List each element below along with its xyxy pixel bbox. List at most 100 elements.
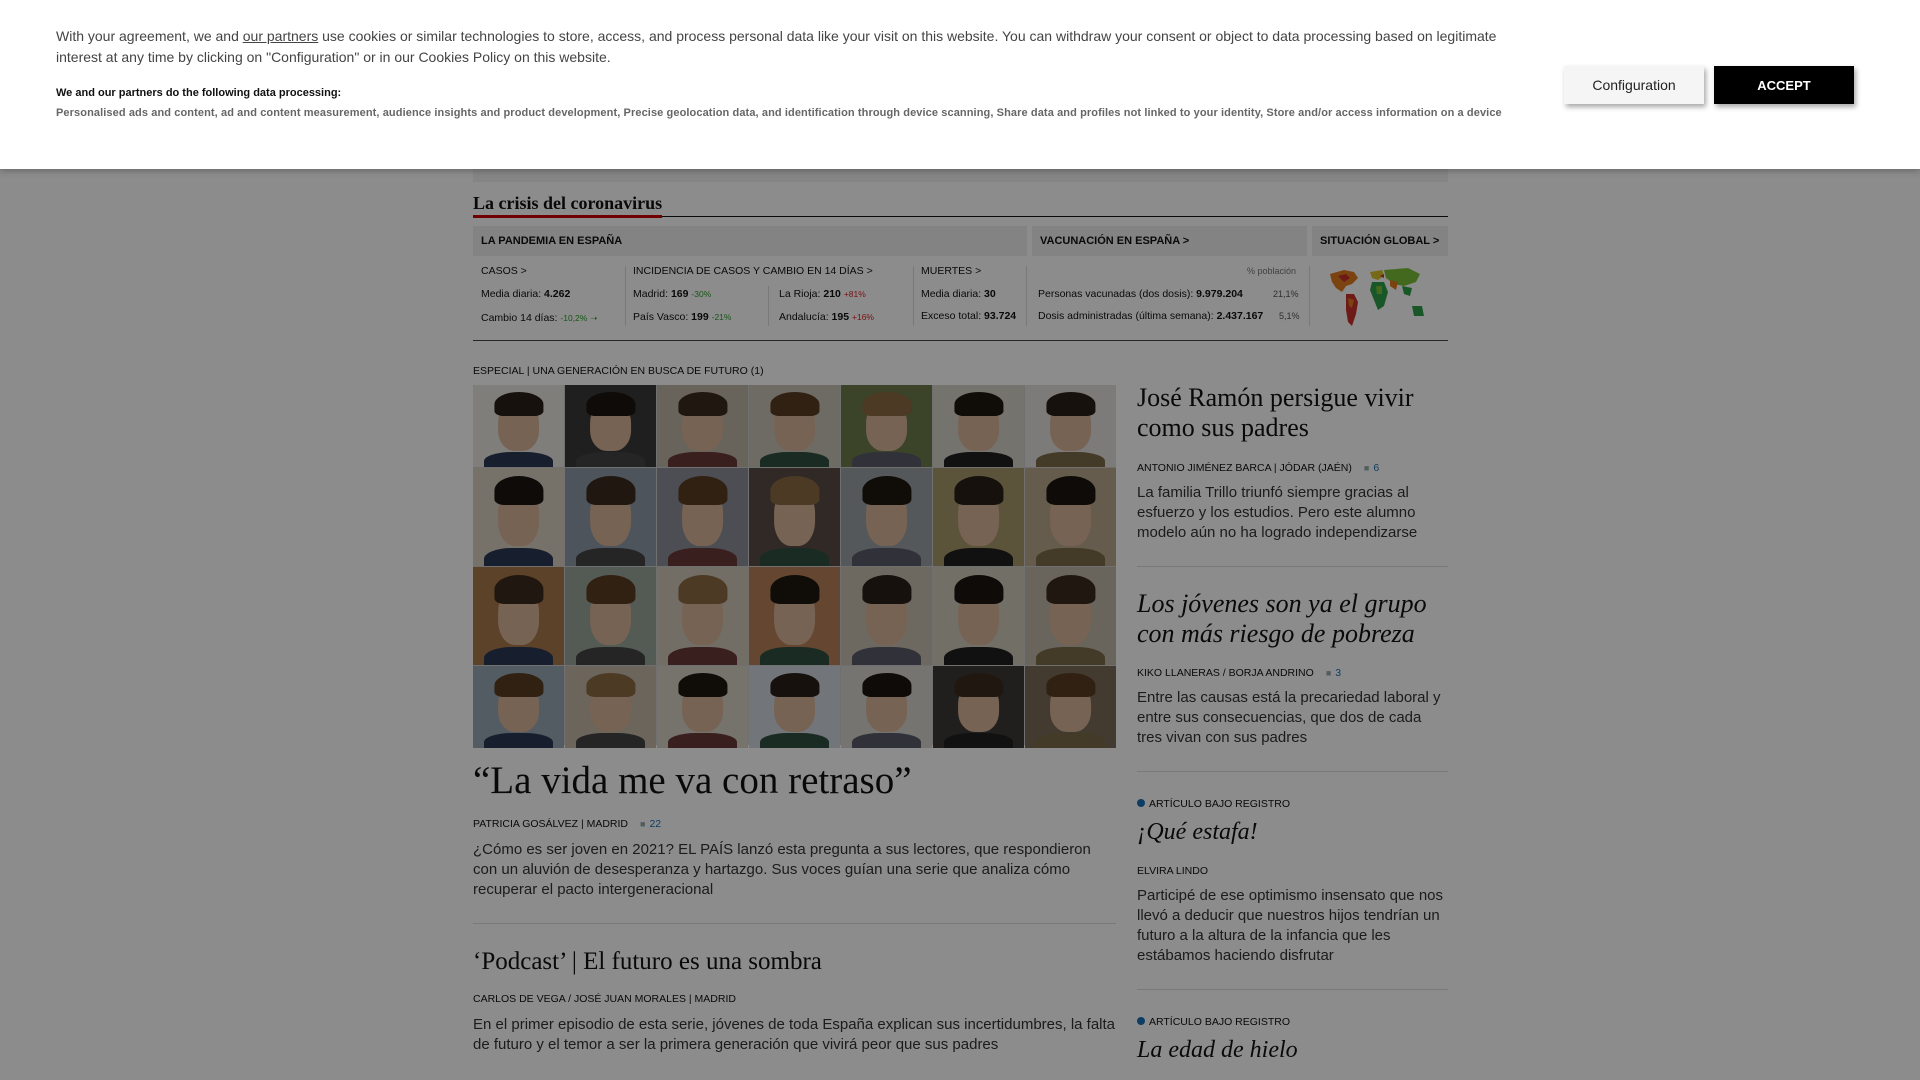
cases-change: Cambio 14 días: -10,2% ➝ <box>481 312 597 324</box>
divider <box>473 923 1116 924</box>
portrait-body <box>483 452 554 467</box>
portrait-hair <box>493 672 544 698</box>
tab-pandemia-espana[interactable]: LA PANDEMIA EN ESPAÑA <box>473 226 1027 256</box>
portrait-body <box>483 548 554 566</box>
portrait-photo <box>473 385 564 467</box>
incidence-change: -30% <box>691 289 712 299</box>
main-summary: ¿Cómo es ser joven en 2021? EL PAÍS lanz… <box>473 841 1091 898</box>
portrait-body <box>759 733 830 748</box>
portrait-body <box>667 548 738 566</box>
side-headline-2[interactable]: Los jóvenes son ya el grupo con más ries… <box>1137 589 1449 649</box>
covid-section-title[interactable]: La crisis del coronavirus <box>473 192 1448 218</box>
incidence-region: Madrid: <box>633 288 671 300</box>
incidence-change: +16% <box>852 312 874 322</box>
portrait-photo <box>1025 468 1116 566</box>
podcast-byline[interactable]: CARLOS DE VEGA / JOSÉ JUAN MORALES | Mad… <box>473 993 736 1005</box>
cases-change-label: Cambio 14 días: <box>481 312 561 324</box>
main-photo-grid[interactable] <box>473 385 1116 748</box>
portrait-photo <box>933 666 1024 748</box>
deaths-link[interactable]: MUERTES > <box>921 265 981 277</box>
side-headline-1[interactable]: José Ramón persigue vivir como sus padre… <box>1137 383 1437 443</box>
portrait-body <box>575 647 646 665</box>
vaccinated-people: Personas vacunadas (dos dosis): 9.979.20… <box>1038 288 1243 300</box>
portrait-hair <box>769 391 820 417</box>
side-summary-2: Entre las causas está la precariedad lab… <box>1137 689 1441 746</box>
cookie-notice-text: With your agreement, we and our partners… <box>56 26 1516 68</box>
divider <box>1137 566 1448 567</box>
incidence-region: La Rioja: <box>779 288 824 300</box>
podcast-summary: En el primer episodio de esta serie, jóv… <box>473 1016 1116 1053</box>
comments-count[interactable]: 6 <box>1364 462 1379 474</box>
portrait-hair <box>953 574 1004 605</box>
side-headline-3[interactable]: ¡Qué estafa! <box>1137 817 1258 847</box>
side-byline-1: ANTONIO JIMÉNEZ BARCA | Jódar (Jaén) 6 <box>1137 462 1379 474</box>
portrait-photo <box>565 468 656 566</box>
deaths-daily: Media diaria: 30 <box>921 288 996 300</box>
portrait-photo <box>841 385 932 467</box>
portrait-photo <box>657 567 748 665</box>
deaths-excess: Exceso total: 93.724 <box>921 310 1016 322</box>
incidence-value: 210 <box>823 288 841 300</box>
divider <box>625 266 626 326</box>
deaths-daily-label: Media diaria: <box>921 288 985 300</box>
portrait-body <box>1035 647 1106 665</box>
portrait-photo <box>473 567 564 665</box>
side-byline-2: KIKO LLANERAS / BORJA ANDRINO 3 <box>1137 667 1341 679</box>
accept-button[interactable]: ACCEPT <box>1714 66 1854 104</box>
portrait-hair <box>769 574 820 605</box>
vaccinated-pct: 21,1% <box>1273 289 1299 299</box>
portrait-hair <box>861 475 912 506</box>
portrait-photo <box>933 385 1024 467</box>
portrait-body <box>575 548 646 566</box>
main-headline[interactable]: “La vida me va con retraso” <box>473 758 912 804</box>
cookie-consent-banner: With your agreement, we and our partners… <box>0 0 1920 169</box>
deaths-excess-value: 93.724 <box>984 310 1017 322</box>
incidence-link[interactable]: INCIDENCIA DE CASOS Y CAMBIO EN 14 DÍAS … <box>633 265 873 277</box>
cookie-text-intro: With your agreement, we and <box>56 28 243 44</box>
registered-article-kicker: ARTÍCULO BAJO REGISTRO <box>1137 798 1290 810</box>
portrait-hair <box>585 672 636 698</box>
side-author-1[interactable]: ANTONIO JIMÉNEZ BARCA | Jódar (Jaén) <box>1137 462 1352 474</box>
doses-value: 2.437.167 <box>1216 310 1264 322</box>
portrait-body <box>575 733 646 748</box>
portrait-body <box>483 733 554 748</box>
doses-administered: Dosis administradas (última semana): 2.4… <box>1038 310 1263 322</box>
tab-situacion-global[interactable]: SITUACIÓN GLOBAL > <box>1312 226 1448 256</box>
portrait-photo <box>933 468 1024 566</box>
portrait-hair <box>769 672 820 698</box>
side-author-2[interactable]: KIKO LLANERAS / BORJA ANDRINO <box>1137 667 1314 679</box>
vaccination-pct-header: % población <box>1247 266 1297 276</box>
podcast-headline[interactable]: ‘Podcast’ | El futuro es una sombra <box>473 947 822 977</box>
portrait-photo <box>841 567 932 665</box>
portrait-hair <box>677 475 728 506</box>
configuration-button[interactable]: Configuration <box>1564 66 1704 104</box>
main-author[interactable]: PATRICIA GOSÁLVEZ | Madrid <box>473 818 628 830</box>
side-byline-3[interactable]: ELVIRA LINDO <box>1137 865 1208 877</box>
covid-bottom-rule <box>473 340 1448 341</box>
portrait-body <box>575 452 646 467</box>
divider <box>1137 771 1448 772</box>
vaccinated-value: 9.979.204 <box>1196 288 1243 300</box>
divider <box>913 266 914 326</box>
portrait-hair <box>953 475 1004 506</box>
portrait-body <box>759 452 830 467</box>
comments-count[interactable]: 3 <box>1326 667 1341 679</box>
portrait-hair <box>1045 672 1096 698</box>
portrait-photo <box>565 385 656 467</box>
side-summary-1: La familia Trillo triunfó siempre gracia… <box>1137 484 1418 541</box>
partners-link[interactable]: our partners <box>243 28 318 44</box>
covid-section-title-label[interactable]: La crisis del coronavirus <box>473 192 663 218</box>
portrait-body <box>851 548 922 566</box>
world-map-icon[interactable] <box>1324 264 1432 332</box>
comments-count[interactable]: 22 <box>640 818 661 830</box>
side-summary-3: Participé de ese optimismo insensato que… <box>1137 887 1444 964</box>
main-kicker[interactable]: ESPECIAL | UNA GENERACIÓN EN BUSCA DE FU… <box>473 365 764 377</box>
incidence-change: -21% <box>711 312 732 322</box>
portrait-photo <box>1025 385 1116 467</box>
divider <box>1309 266 1310 326</box>
cases-link[interactable]: CASOS > <box>481 265 527 277</box>
portrait-photo <box>749 567 840 665</box>
portrait-hair <box>585 574 636 605</box>
side-headline-4[interactable]: La edad de hielo <box>1137 1035 1298 1065</box>
tab-vacunacion-espana[interactable]: VACUNACIÓN EN ESPAÑA > <box>1032 226 1307 256</box>
